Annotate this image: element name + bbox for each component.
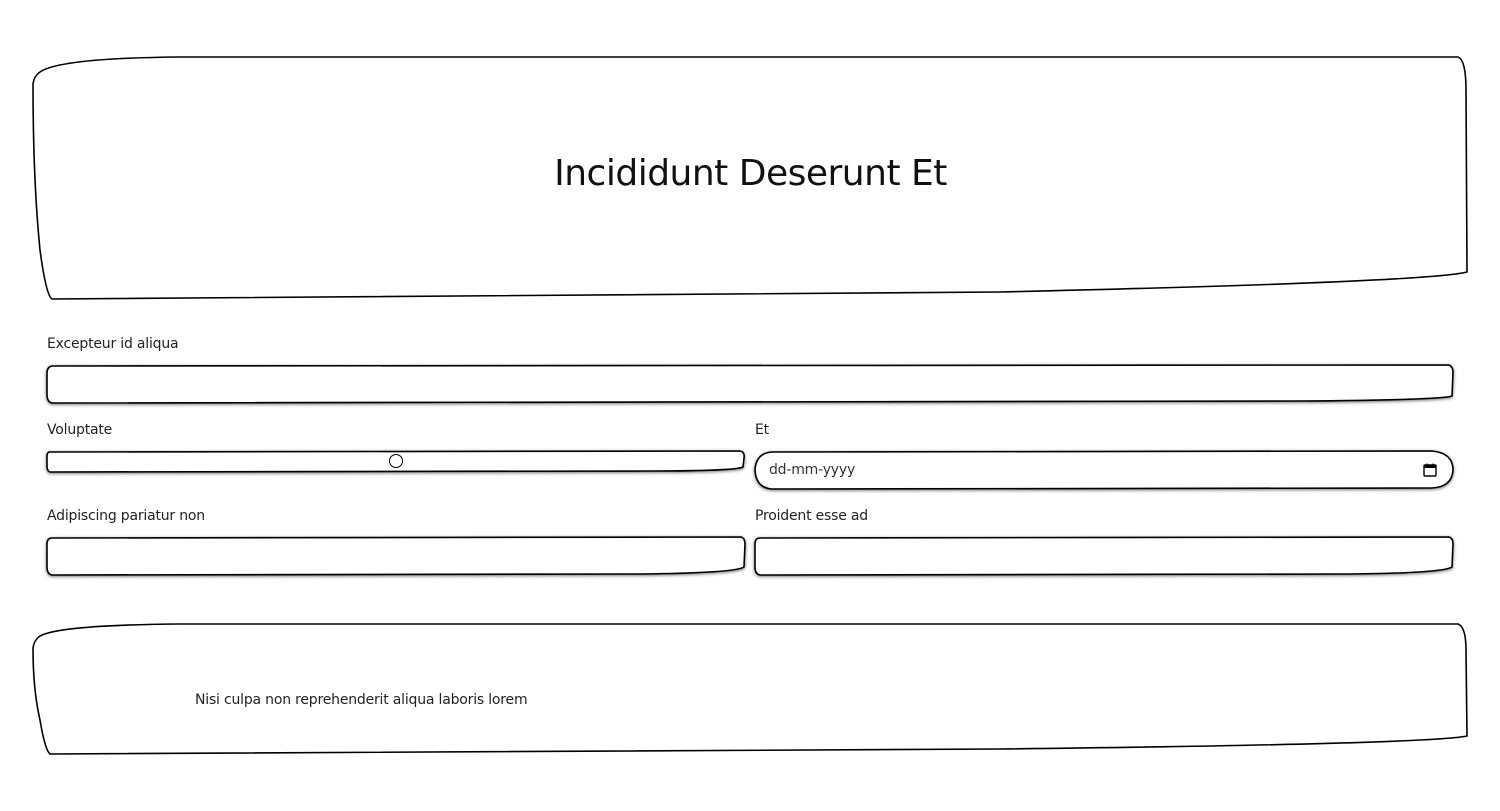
page: Incididunt Deserunt Et Excepteur id aliq… bbox=[0, 0, 1500, 811]
footer-text: Nisi culpa non reprehenderit aliqua labo… bbox=[195, 692, 528, 708]
footer-panel bbox=[32, 623, 1468, 755]
